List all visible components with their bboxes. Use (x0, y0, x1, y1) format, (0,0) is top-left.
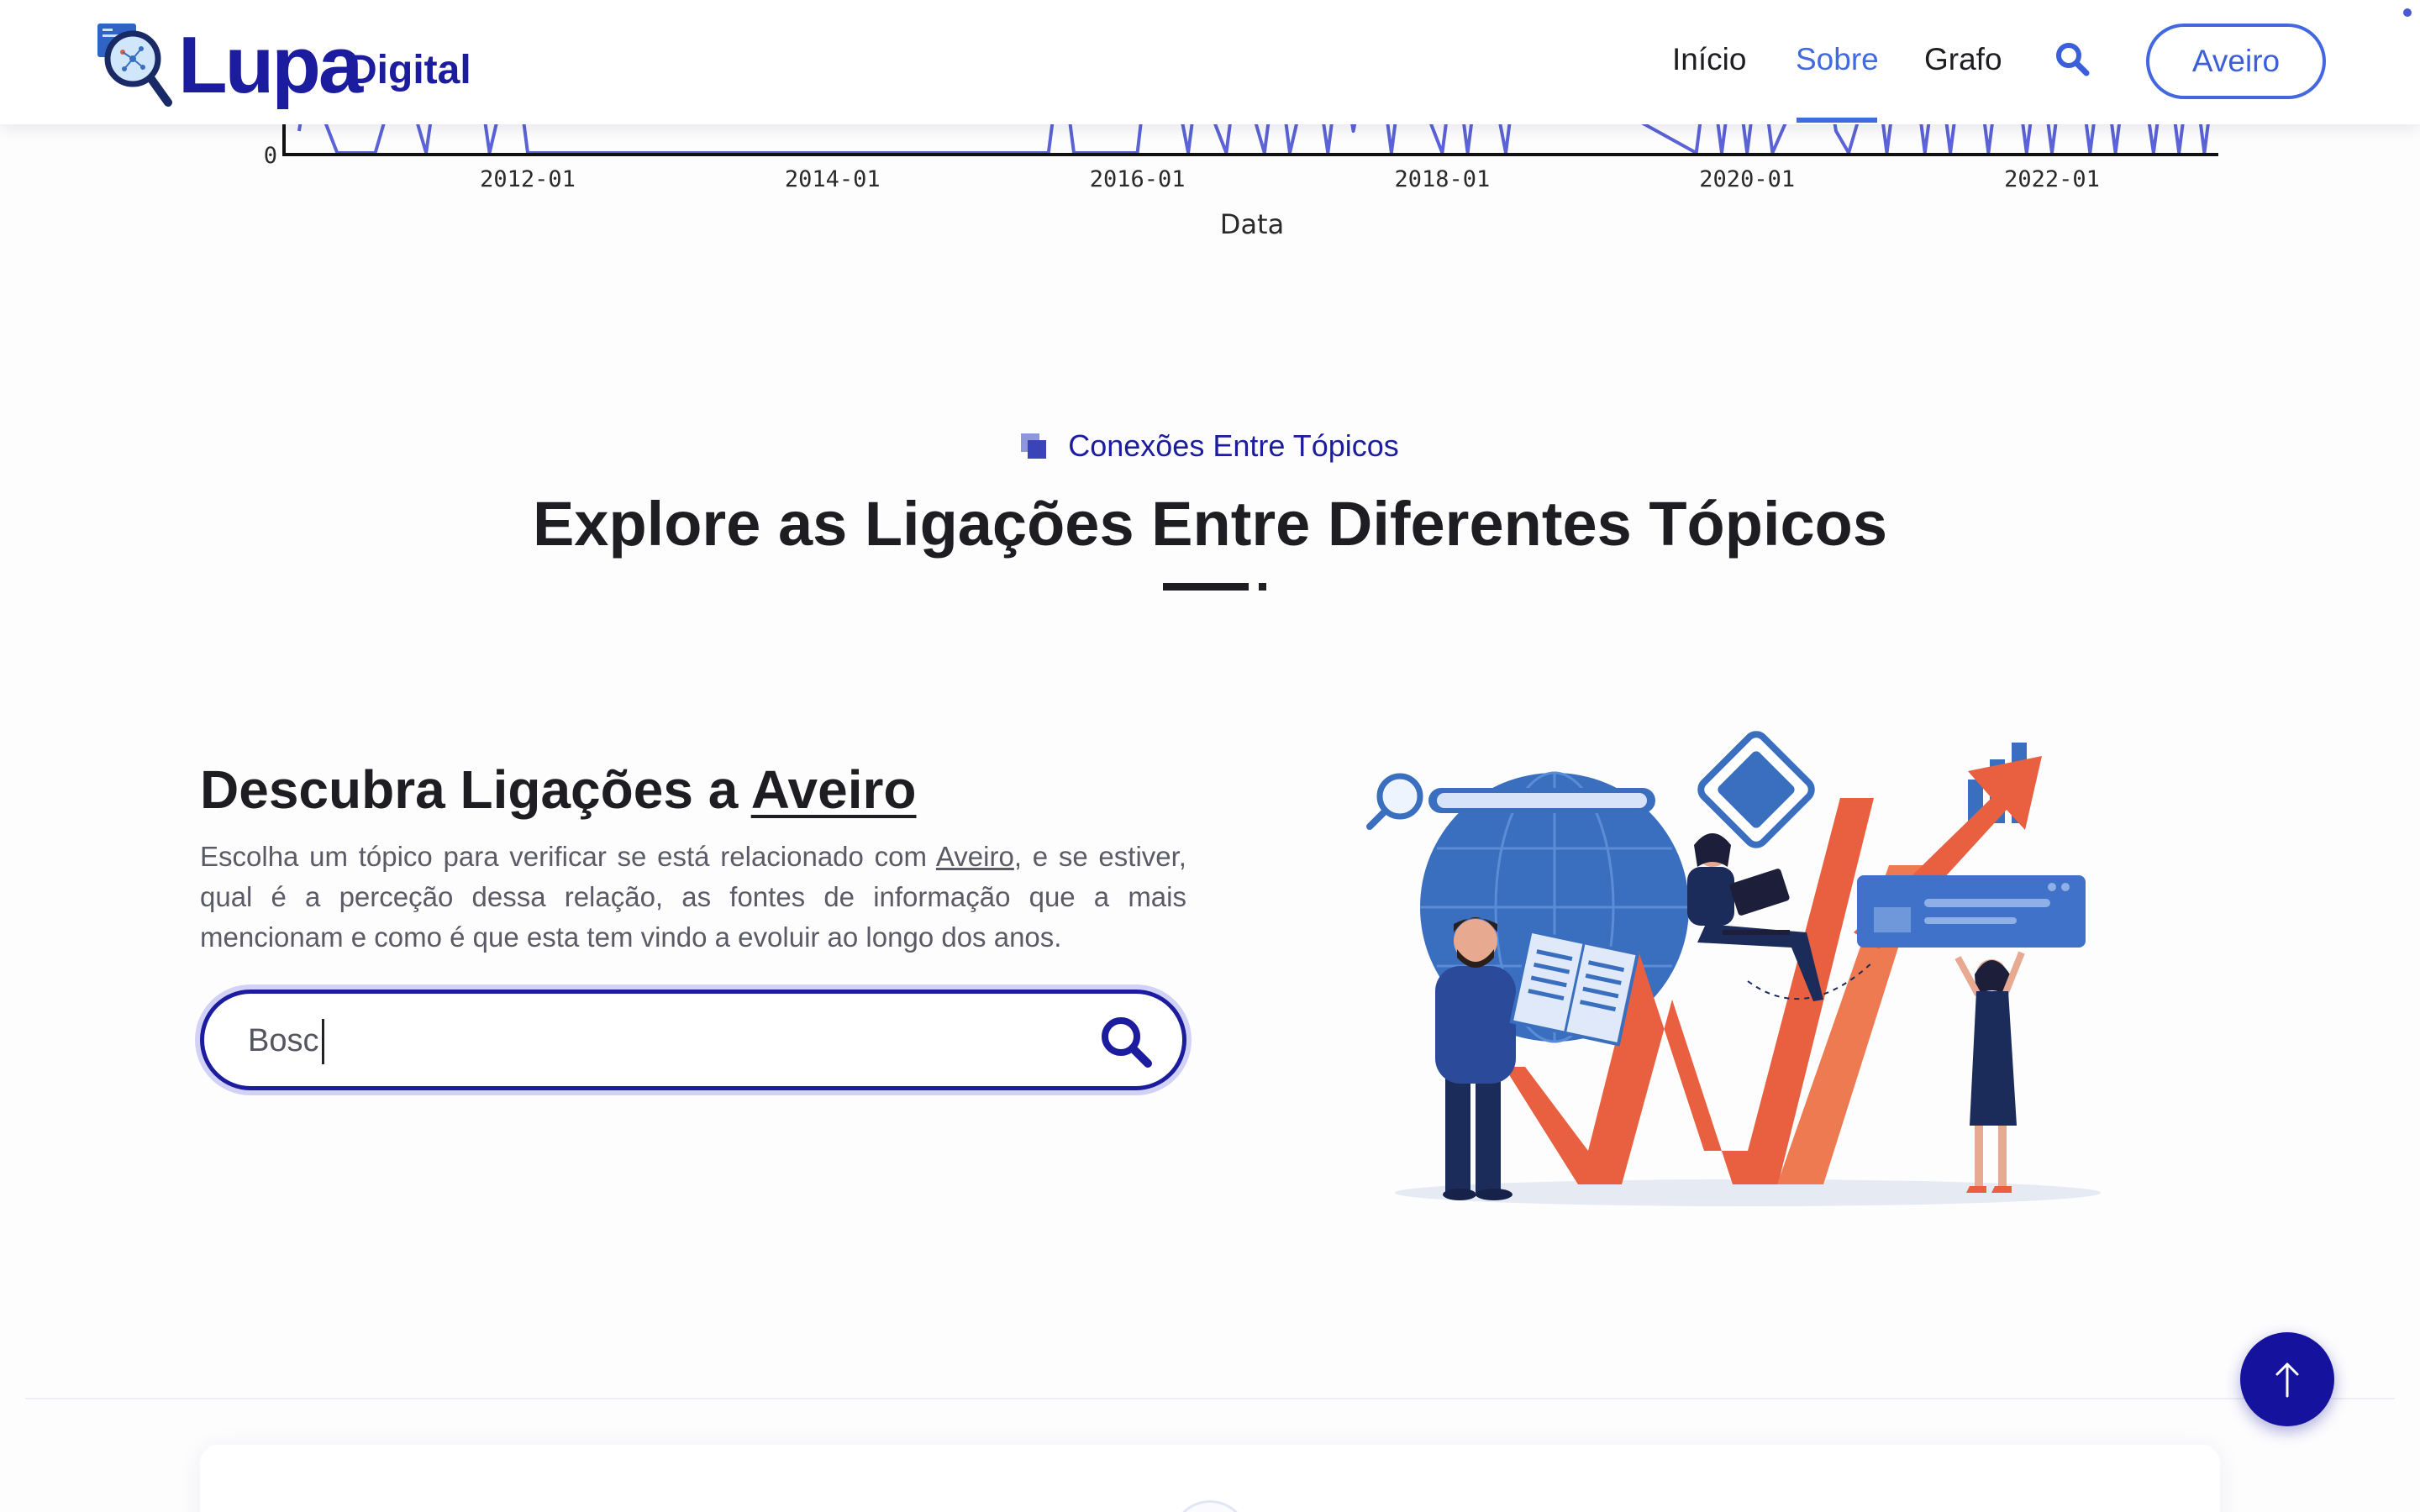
chart-y-tick-label: 0 (264, 143, 277, 169)
content-card (200, 1445, 2220, 1512)
nav-inicio[interactable]: Início (1672, 40, 1746, 79)
section-title: Explore as Ligações Entre Diferentes Tóp… (532, 489, 1888, 559)
discover-text-place: Aveiro (935, 841, 1014, 872)
analytics-team-illustration (1366, 731, 2101, 1206)
squares-icon (1021, 433, 1050, 462)
chart-x-tick-label: 2020-01 (1699, 166, 1795, 192)
search-icon[interactable] (2054, 40, 2091, 77)
chart-x-tick-label: 2018-01 (1395, 166, 1491, 192)
back-to-top-button[interactable] (2240, 1332, 2334, 1426)
text-caret (322, 1019, 324, 1064)
logo-wordmark-sub: Digital (348, 48, 471, 92)
section-divider (25, 1398, 2395, 1399)
chart-x-tick-label: 2022-01 (2004, 166, 2100, 192)
card-icon-badge (1171, 1500, 1249, 1512)
title-divider (1163, 583, 1249, 591)
section-eyebrow: Conexões Entre Tópicos (0, 427, 2420, 465)
discover-title-prefix: Descubra Ligações a (200, 759, 751, 820)
city-button[interactable]: Aveiro (2146, 24, 2326, 99)
chart-x-tick-label: 2012-01 (480, 166, 576, 192)
site-header: Lupa Digital Início Sobre Grafo Aveiro (0, 0, 2420, 124)
chart-x-tick-label: 2014-01 (785, 166, 881, 192)
chart-x-ticks: 2012-01 2014-01 2016-01 2018-01 2020-01 2022-… (480, 166, 2100, 192)
discover-description: Escolha um tópico para verificar se está… (200, 837, 1186, 958)
discover-text-prefix: Escolha um tópico para verificar se está… (200, 841, 936, 872)
search-icon[interactable] (1098, 1014, 1154, 1069)
arrow-up-icon (2275, 1362, 2299, 1398)
nav-grafo[interactable]: Grafo (1924, 40, 2002, 79)
topic-search-input[interactable] (248, 1014, 1055, 1068)
chart-x-axis-label: Data (1220, 208, 1284, 240)
discover-title: Descubra Ligações a Aveiro (200, 756, 917, 823)
nav-active-indicator (1797, 118, 1877, 123)
logo-wordmark: Lupa (178, 20, 363, 110)
nav-sobre[interactable]: Sobre (1796, 40, 1879, 79)
status-dot (2403, 8, 2412, 17)
title-divider-dot (1259, 583, 1266, 591)
topic-search-box (200, 990, 1186, 1090)
chart-x-tick-label: 2016-01 (1090, 166, 1186, 192)
section-eyebrow-label: Conexões Entre Tópicos (1068, 428, 1399, 463)
magnifier-logo-icon (97, 24, 172, 107)
discover-title-place: Aveiro (750, 759, 917, 820)
